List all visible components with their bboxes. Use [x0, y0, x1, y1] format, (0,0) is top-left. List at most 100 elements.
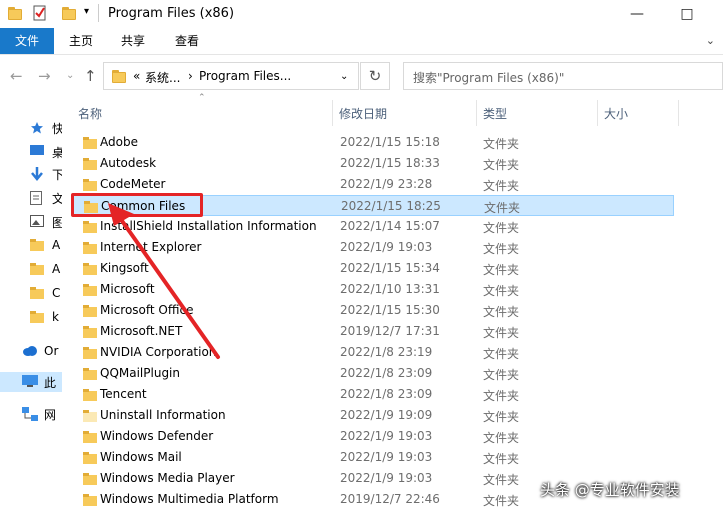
network-icon — [22, 407, 38, 421]
file-modified-date: 2022/1/8 23:09 — [340, 366, 433, 380]
ribbon-tabs: 文件 主页 共享 查看 ⌄ — [0, 28, 723, 55]
chevron-down-icon[interactable]: ⌄ — [706, 34, 715, 47]
sidebar-item[interactable]: 下 — [22, 164, 62, 184]
sidebar-item[interactable]: C — [22, 284, 62, 304]
folder-icon — [83, 221, 97, 236]
file-row[interactable]: QQMailPlugin 2022/1/8 23:09 文件夹 — [72, 363, 674, 384]
properties-icon[interactable] — [32, 5, 46, 21]
tab-share[interactable]: 共享 — [114, 28, 152, 54]
file-name: QQMailPlugin — [100, 366, 180, 380]
file-type: 文件夹 — [483, 452, 520, 466]
file-row[interactable]: Kingsoft 2022/1/15 15:34 文件夹 — [72, 258, 674, 279]
sidebar-item[interactable]: 文 — [22, 188, 62, 208]
sidebar-item-label: 图 — [52, 216, 62, 230]
file-modified-date: 2022/1/9 23:28 — [340, 177, 433, 191]
sidebar-item[interactable]: Or — [0, 342, 62, 362]
new-folder-icon[interactable] — [62, 6, 76, 20]
file-name: Adobe — [100, 135, 138, 149]
file-row[interactable]: Tencent 2022/1/8 23:09 文件夹 — [72, 384, 674, 405]
breadcrumb-separator-icon: › — [188, 69, 193, 83]
folder-icon — [83, 494, 97, 509]
folder-icon — [83, 452, 97, 467]
file-type: 文件夹 — [483, 263, 520, 277]
folder-icon[interactable] — [8, 6, 22, 20]
tab-home[interactable]: 主页 — [62, 28, 100, 54]
file-row[interactable]: Adobe 2022/1/15 15:18 文件夹 — [72, 132, 674, 153]
search-input[interactable]: 搜索"Program Files (x86)" — [403, 62, 723, 90]
minimize-button[interactable]: — — [620, 2, 654, 26]
column-header-date[interactable]: 修改日期 — [333, 100, 475, 126]
folder-icon — [30, 263, 44, 275]
sidebar-item[interactable]: 快 — [22, 118, 62, 138]
file-row[interactable]: InstallShield Installation Information 20… — [72, 216, 674, 237]
cloud-icon — [22, 345, 37, 357]
sidebar-item[interactable]: 图 — [22, 212, 62, 232]
file-modified-date: 2019/12/7 22:46 — [340, 492, 440, 506]
sidebar-item-label: 快 — [52, 122, 62, 136]
up-arrow-icon[interactable]: ↑ — [84, 67, 97, 85]
recent-chevron-icon[interactable]: ⌄ — [66, 70, 74, 81]
breadcrumb-system[interactable]: 系统... — [145, 69, 180, 86]
folder-icon — [83, 137, 97, 152]
file-type: 文件夹 — [483, 410, 520, 424]
title-bar: ▾ Program Files (x86) — □ — [0, 0, 723, 28]
column-header-type[interactable]: 类型 — [477, 100, 596, 126]
file-modified-date: 2022/1/14 15:07 — [340, 219, 440, 233]
column-divider[interactable] — [678, 100, 679, 126]
file-modified-date: 2022/1/10 13:31 — [340, 282, 440, 296]
sidebar-item[interactable]: A — [22, 260, 62, 280]
back-arrow-icon[interactable]: ← — [10, 67, 23, 85]
column-header-size[interactable]: 大小 — [598, 100, 678, 126]
refresh-button[interactable]: ↻ — [360, 62, 390, 90]
sidebar-item-label: k — [52, 310, 59, 324]
sidebar-item[interactable]: k — [22, 308, 62, 328]
sidebar-item[interactable]: 网 — [0, 404, 62, 424]
file-row[interactable]: Microsoft Office 2022/1/15 15:30 文件夹 — [72, 300, 674, 321]
file-row[interactable]: NVIDIA Corporation 2022/1/8 23:19 文件夹 — [72, 342, 674, 363]
folder-icon — [112, 70, 126, 83]
sidebar-item-label: 桌 — [52, 146, 62, 160]
file-type: 文件夹 — [483, 305, 520, 319]
folder-icon — [83, 473, 97, 488]
file-row[interactable]: Uninstall Information 2022/1/9 19:09 文件夹 — [72, 405, 674, 426]
maximize-button[interactable]: □ — [670, 2, 704, 26]
highlight-box — [71, 193, 203, 217]
column-header-name[interactable]: 名称 — [72, 100, 332, 126]
file-row[interactable]: Microsoft.NET 2019/12/7 17:31 文件夹 — [72, 321, 674, 342]
file-row[interactable]: CodeMeter 2022/1/9 23:28 文件夹 — [72, 174, 674, 195]
file-row[interactable]: Microsoft 2022/1/10 13:31 文件夹 — [72, 279, 674, 300]
sidebar-item[interactable]: A — [22, 236, 62, 256]
star-icon — [30, 121, 44, 134]
file-modified-date: 2022/1/9 19:03 — [340, 240, 433, 254]
file-modified-date: 2022/1/15 15:34 — [340, 261, 440, 275]
file-name: Microsoft — [100, 282, 155, 296]
tab-file[interactable]: 文件 — [0, 28, 54, 54]
folder-icon — [83, 179, 97, 194]
address-bar[interactable]: « 系统... › Program Files... ⌄ — [103, 62, 359, 90]
breadcrumb-overflow[interactable]: « — [133, 69, 140, 83]
file-name: Microsoft Office — [100, 303, 194, 317]
folder-icon — [83, 431, 97, 446]
address-dropdown-icon[interactable]: ⌄ — [340, 71, 348, 82]
file-modified-date: 2022/1/8 23:09 — [340, 387, 433, 401]
tab-view[interactable]: 查看 — [168, 28, 206, 54]
file-row[interactable]: Internet Explorer 2022/1/9 19:03 文件夹 — [72, 237, 674, 258]
separator — [98, 4, 99, 22]
customize-toolbar-icon[interactable]: ▾ — [84, 6, 98, 20]
file-name: Windows Defender — [100, 429, 214, 443]
file-modified-date: 2022/1/9 19:03 — [340, 471, 433, 485]
sidebar-item[interactable]: 此 — [0, 372, 62, 392]
file-modified-date: 2022/1/9 19:03 — [340, 429, 433, 443]
folder-icon — [83, 158, 97, 173]
file-modified-date: 2022/1/8 23:19 — [340, 345, 433, 359]
file-type: 文件夹 — [483, 179, 520, 193]
folder-icon — [83, 389, 97, 404]
forward-arrow-icon[interactable]: → — [38, 67, 51, 85]
file-row[interactable]: Windows Defender 2022/1/9 19:03 文件夹 — [72, 426, 674, 447]
file-row[interactable]: Autodesk 2022/1/15 18:33 文件夹 — [72, 153, 674, 174]
sidebar-item[interactable]: 桌 — [22, 142, 62, 162]
desktop-icon — [30, 145, 44, 157]
breadcrumb-program-files[interactable]: Program Files... — [199, 69, 291, 83]
sidebar-item-label: A — [52, 238, 61, 252]
file-row[interactable]: Windows Mail 2022/1/9 19:03 文件夹 — [72, 447, 674, 468]
